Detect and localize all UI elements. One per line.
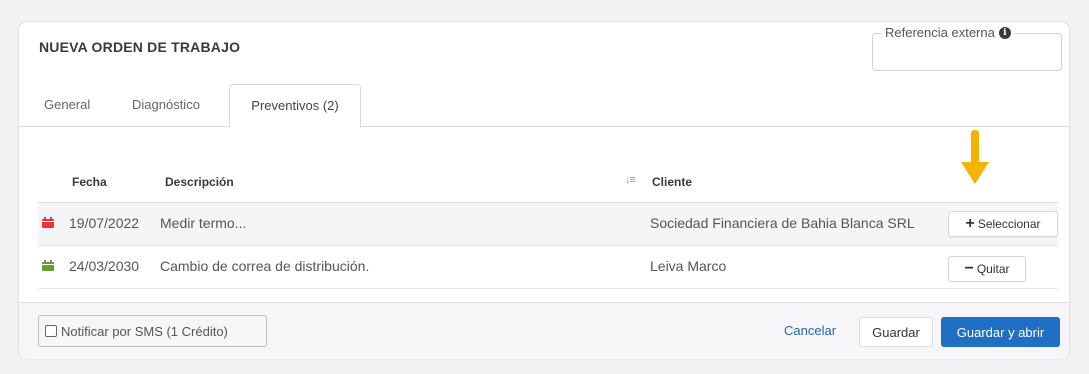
calendar-icon [42,260,54,271]
select-button-label: Seleccionar [977,217,1041,231]
remove-button-label: Quitar [976,262,1010,276]
sms-notify-checkbox[interactable]: Notificar por SMS (1 Crédito) [38,315,267,347]
cancel-link[interactable]: Cancelar [784,323,836,338]
row-date: 19/07/2022 [69,215,140,231]
tab-diagnostico[interactable]: Diagnóstico [132,84,200,126]
arrow-down-icon [961,130,989,184]
external-reference-label: Referencia externa i [881,25,1015,40]
row-client: Leiva Marco [650,258,727,274]
page-title: NUEVA ORDEN DE TRABAJO [39,39,241,55]
work-order-card: NUEVA ORDEN DE TRABAJO Referencia extern… [19,22,1069,359]
sort-icon[interactable]: ↓≡ [625,174,636,186]
tab-preventivos[interactable]: Preventivos (2) [229,84,361,128]
table-header: Fecha Descripción ↓≡ Cliente [38,167,1058,203]
calendar-icon [42,217,54,228]
remove-button[interactable]: − Quitar [948,256,1026,282]
table-row[interactable]: 19/07/2022 Medir termo... Sociedad Finan… [38,203,1058,246]
preventives-table: Fecha Descripción ↓≡ Cliente 19/07/2022 … [38,167,1058,289]
external-reference-field[interactable]: Referencia externa i [872,25,1062,71]
row-client: Sociedad Financiera de Bahia Blanca SRL [650,215,915,231]
row-date: 24/03/2030 [69,258,140,274]
column-header-cliente[interactable]: Cliente [652,175,692,189]
tab-bar: General Diagnóstico Preventivos (2) [19,84,1069,128]
external-reference-label-text: Referencia externa [885,25,995,40]
table-row[interactable]: 24/03/2030 Cambio de correa de distribuc… [38,246,1058,289]
tab-general[interactable]: General [44,84,90,126]
column-header-fecha[interactable]: Fecha [72,175,107,189]
plus-icon: + [965,215,975,232]
info-icon[interactable]: i [998,26,1011,39]
sms-notify-label: Notificar por SMS (1 Crédito) [61,323,228,339]
footer-bar: Notificar por SMS (1 Crédito) Cancelar G… [19,302,1069,359]
row-description: Cambio de correa de distribución. [160,258,370,274]
minus-icon: − [964,260,974,277]
checkbox-icon[interactable] [45,325,57,337]
select-button[interactable]: + Seleccionar [948,211,1058,237]
save-and-open-button[interactable]: Guardar y abrir [941,317,1060,347]
column-header-descripcion[interactable]: Descripción [165,175,234,189]
save-button[interactable]: Guardar [859,317,933,347]
row-description: Medir termo... [160,215,247,231]
